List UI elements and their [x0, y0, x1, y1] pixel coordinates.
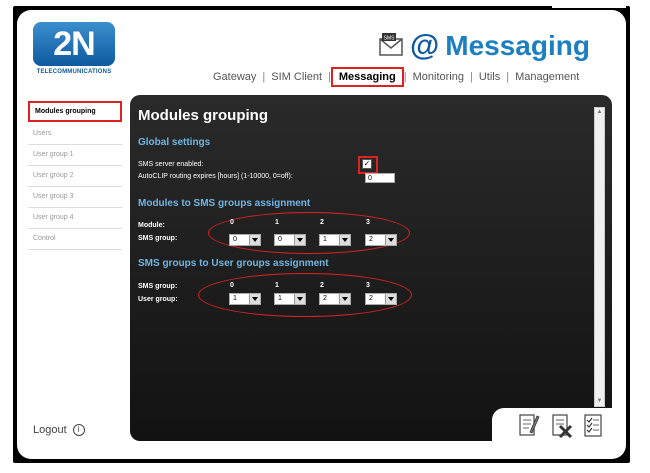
sidebar-item-modules-grouping[interactable]: Modules grouping	[28, 101, 122, 122]
section-global-settings: Global settings	[138, 137, 211, 148]
user-group-select-1[interactable]: 1	[274, 293, 306, 305]
sms-group-select-2[interactable]: 1	[319, 234, 351, 246]
nav-management[interactable]: Management	[509, 71, 585, 83]
chevron-down-icon	[294, 235, 305, 245]
sms-group-row-label: SMS group:	[138, 235, 178, 242]
sidebar-item-user-group-3[interactable]: User group 3	[28, 187, 122, 208]
sms-col-0: 0	[230, 282, 234, 289]
sms-group-select-0[interactable]: 0	[229, 234, 261, 246]
sms-server-label: SMS server enabled:	[138, 161, 204, 168]
module-col-2: 2	[320, 219, 324, 226]
module-col-3: 3	[366, 219, 370, 226]
sidebar-item-users[interactable]: Users	[28, 124, 122, 145]
sms-col-2: 2	[320, 282, 324, 289]
sms-col-1: 1	[275, 282, 279, 289]
annotation-ellipse	[208, 212, 410, 254]
user-group-select-3[interactable]: 2	[365, 293, 397, 305]
main-panel: Modules grouping Global settings SMS ser…	[130, 95, 612, 441]
sms-server-checkbox[interactable]: ✓	[362, 159, 372, 169]
nav-gateway[interactable]: Gateway	[207, 71, 262, 83]
chevron-down-icon	[294, 294, 305, 304]
section-sms-to-user: SMS groups to User groups assignment	[138, 258, 329, 269]
autoclip-input[interactable]: 0	[365, 173, 395, 183]
page-header-title: Messaging	[445, 30, 590, 61]
nav-utils[interactable]: Utils	[473, 71, 506, 83]
scroll-up-icon[interactable]: ▲	[595, 108, 604, 117]
sms-group-row-label: SMS group:	[138, 283, 178, 290]
frame-notch	[552, 0, 626, 8]
sidebar-item-user-group-1[interactable]: User group 1	[28, 145, 122, 166]
sms-group-select-3[interactable]: 2	[365, 234, 397, 246]
checklist-icon[interactable]	[582, 412, 604, 438]
page-title: Modules grouping	[138, 107, 268, 124]
autoclip-label: AutoCLIP routing expires [hours] (1-1000…	[138, 173, 293, 180]
chevron-down-icon	[339, 235, 350, 245]
delete-icon[interactable]	[551, 412, 573, 439]
company-logo-subtitle: TELECOMMUNICATIONS	[36, 69, 112, 75]
nav-sim-client[interactable]: SIM Client	[265, 71, 328, 83]
module-col-1: 1	[275, 219, 279, 226]
scroll-down-icon[interactable]: ▼	[595, 397, 604, 406]
sms-badge-text: SMS	[384, 36, 396, 42]
sms-envelope-icon: SMS	[378, 32, 406, 60]
edit-icon[interactable]	[518, 412, 540, 438]
module-row-label: Module:	[138, 222, 165, 229]
app-header: SMS @ Messaging	[378, 26, 590, 66]
chevron-down-icon	[385, 294, 396, 304]
module-col-0: 0	[230, 219, 234, 226]
chevron-down-icon	[249, 235, 260, 245]
sms-col-3: 3	[366, 282, 370, 289]
sms-group-select-1[interactable]: 0	[274, 234, 306, 246]
logout-label: Logout	[33, 424, 67, 436]
user-group-select-2[interactable]: 2	[319, 293, 351, 305]
chevron-down-icon	[385, 235, 396, 245]
company-logo[interactable]: 2N	[33, 22, 115, 66]
user-group-select-0[interactable]: 1	[229, 293, 261, 305]
chevron-down-icon	[339, 294, 350, 304]
action-toolbar	[492, 408, 612, 444]
info-icon: i	[72, 424, 85, 436]
chevron-down-icon	[249, 294, 260, 304]
sidebar-item-user-group-4[interactable]: User group 4	[28, 208, 122, 229]
nav-messaging[interactable]: Messaging	[330, 67, 404, 87]
nav-monitoring[interactable]: Monitoring	[407, 71, 470, 83]
top-navigation: Gateway | SIM Client | Messaging | Monit…	[207, 67, 585, 87]
section-modules-to-sms: Modules to SMS groups assignment	[138, 198, 311, 209]
vertical-scrollbar[interactable]: ▲ ▼	[594, 107, 605, 407]
at-symbol: @	[410, 29, 440, 62]
logout-link[interactable]: Logout i	[33, 424, 85, 436]
sidebar-item-user-group-2[interactable]: User group 2	[28, 166, 122, 187]
user-group-row-label: User group:	[138, 296, 178, 303]
sidebar-item-control[interactable]: Control	[28, 229, 122, 250]
sidebar: Modules grouping Users User group 1 User…	[28, 101, 122, 250]
